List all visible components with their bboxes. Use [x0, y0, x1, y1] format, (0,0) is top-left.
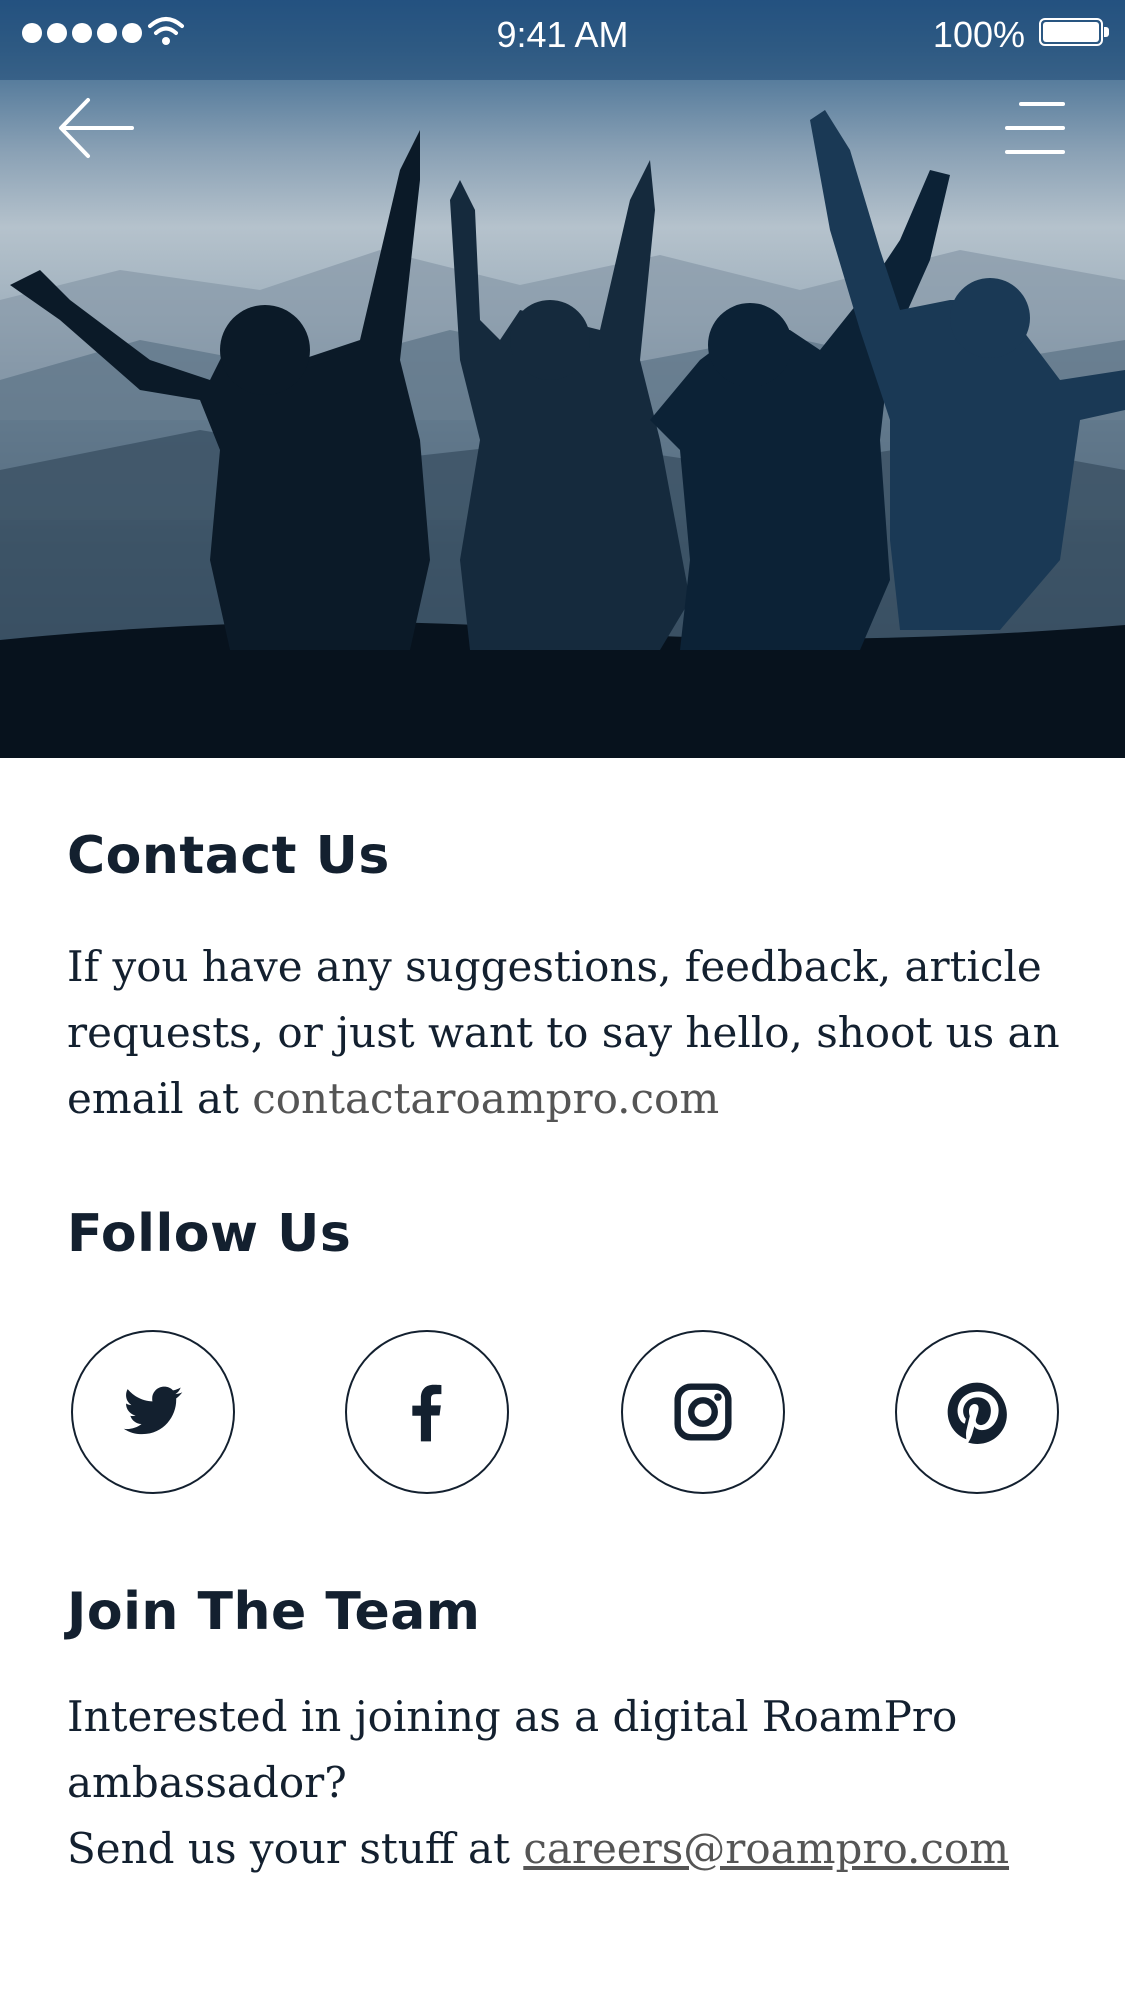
join-team-line2: Send us your stuff at — [67, 1824, 524, 1873]
pinterest-button[interactable] — [895, 1330, 1059, 1494]
contact-us-heading: Contact Us — [67, 826, 390, 886]
join-team-heading: Join The Team — [67, 1582, 481, 1642]
twitter-icon — [123, 1386, 183, 1435]
battery-percentage: 100% — [932, 14, 1025, 55]
hero-image: 9:41 AM 100% — [0, 0, 1125, 758]
facebook-button[interactable] — [345, 1330, 509, 1494]
status-bar: 9:41 AM 100% — [0, 0, 1125, 70]
careers-email-link[interactable]: careers@roampro.com — [523, 1824, 1009, 1873]
contact-email-link[interactable]: contactaroampro.com — [252, 1074, 719, 1123]
twitter-button[interactable] — [71, 1330, 235, 1494]
join-team-text: Interested in joining as a digital RoamP… — [67, 1684, 1067, 1882]
menu-icon[interactable] — [1003, 100, 1065, 156]
instagram-icon — [674, 1383, 732, 1441]
join-team-line1: Interested in joining as a digital RoamP… — [67, 1692, 958, 1807]
arrow-left-icon[interactable] — [58, 96, 134, 160]
contact-us-text: If you have any suggestions, feedback, a… — [67, 934, 1067, 1132]
hero-scene-illustration — [0, 0, 1125, 758]
battery-icon — [1039, 18, 1109, 46]
social-links — [71, 1330, 1063, 1498]
pinterest-icon — [947, 1382, 1007, 1444]
facebook-icon — [412, 1384, 442, 1442]
follow-us-heading: Follow Us — [67, 1204, 352, 1264]
instagram-button[interactable] — [621, 1330, 785, 1494]
